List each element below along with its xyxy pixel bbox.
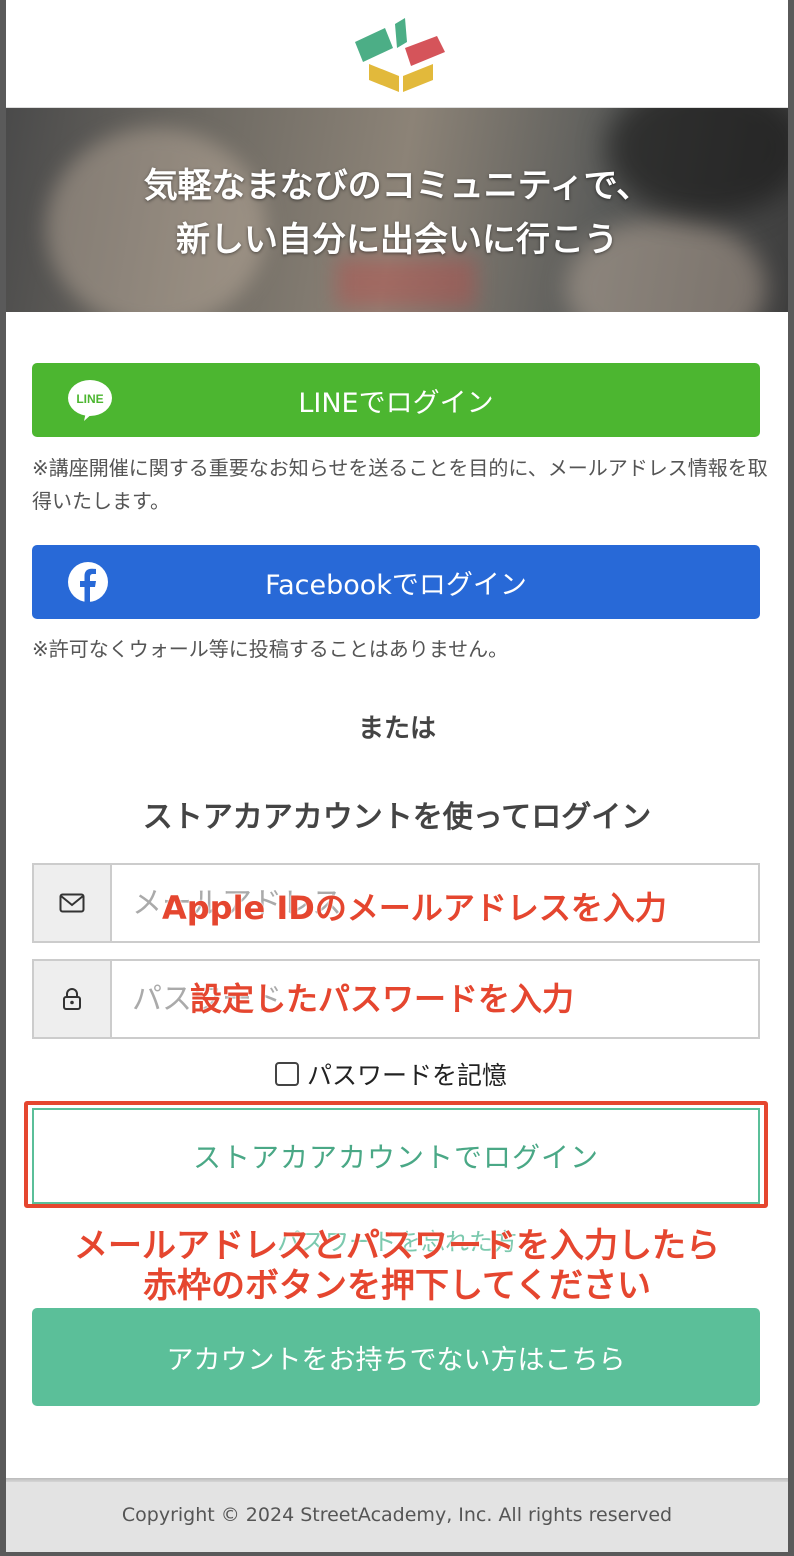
facebook-login-button[interactable]: Facebookでログイン (32, 545, 760, 619)
store-login-label: ストアカアカウントでログイン (192, 1141, 599, 1174)
annotation-instruction-line1: メールアドレスとパスワードを入力したら (74, 1226, 720, 1266)
hero-title-line1: 気軽なまなびのコミュニティで、 (143, 166, 651, 206)
line-icon: LINE (68, 380, 112, 421)
header (6, 0, 788, 108)
line-login-button[interactable]: LINE LINEでログイン (32, 363, 760, 437)
facebook-login-label: Facebookでログイン (265, 569, 527, 601)
annotation-email: Apple IDのメールアドレスを入力 (162, 889, 667, 927)
password-addon (34, 961, 112, 1037)
facebook-login-note: ※許可なくウォール等に投稿することはありません。 (32, 637, 509, 661)
store-login-button[interactable]: ストアカアカウントでログイン (32, 1108, 760, 1204)
line-login-label: LINEでログイン (298, 387, 494, 419)
remember-checkbox[interactable] (275, 1062, 299, 1086)
remember-label: パスワードを記憶 (307, 1061, 508, 1090)
streetacademy-logo[interactable] (349, 18, 449, 92)
envelope-icon (59, 893, 85, 913)
line-icon-text: LINE (76, 392, 103, 406)
lock-icon (63, 988, 81, 1010)
hero-title-line2: 新しい自分に出会いに行こう (176, 220, 618, 260)
or-divider: または (357, 714, 436, 744)
remember-password[interactable]: パスワードを記憶 (275, 1056, 507, 1092)
signup-button[interactable]: アカウントをお持ちでない方はこちら (32, 1308, 760, 1406)
hero-banner: 気軽なまなびのコミュニティで、 新しい自分に出会いに行こう (6, 108, 788, 312)
annotation-password: 設定したパスワードを入力 (190, 980, 575, 1018)
line-login-note: ※講座開催に関する重要なお知らせを送ることを目的に、メールアドレス情報を取得いた… (32, 456, 768, 513)
signup-label: アカウントをお持ちでない方はこちら (166, 1344, 626, 1376)
facebook-icon (68, 562, 108, 602)
email-addon (34, 865, 112, 941)
store-login-title: ストアカアカウントを使ってログイン (142, 800, 652, 835)
copyright-text: Copyright © 2024 StreetAcademy, Inc. All… (121, 1504, 673, 1526)
footer: Copyright © 2024 StreetAcademy, Inc. All… (6, 1482, 788, 1552)
annotation-instruction-line2: 赤枠のボタンを押下してください (143, 1266, 651, 1306)
